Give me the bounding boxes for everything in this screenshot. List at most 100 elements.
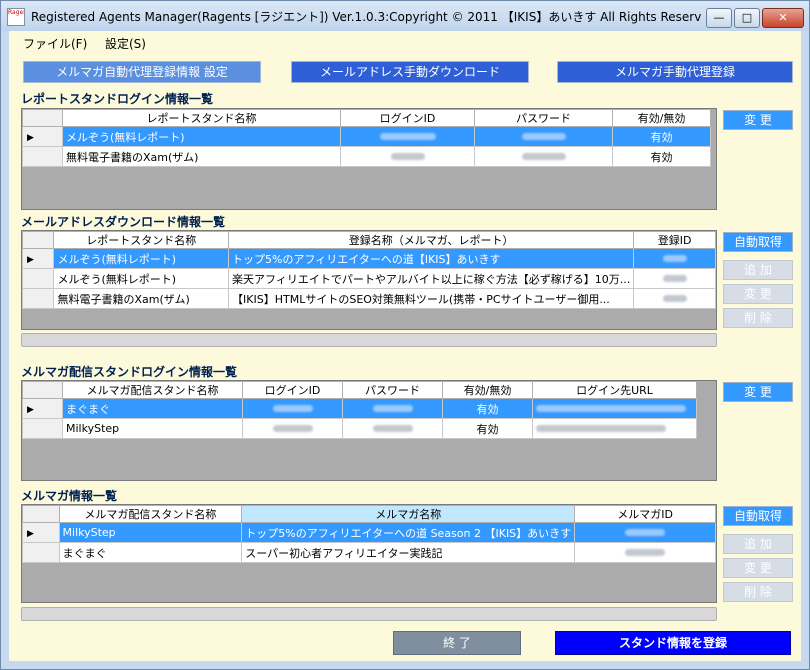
magazine-info-delete-button[interactable]: 削 除 bbox=[723, 582, 793, 602]
cell-stand-name[interactable]: メルぞう(無料レポート) bbox=[62, 126, 341, 147]
cell-login-id-redacted[interactable] bbox=[242, 418, 343, 439]
cell-stand-name[interactable]: MilkyStep bbox=[62, 418, 243, 439]
magazine-info-update-button[interactable]: 変 更 bbox=[723, 558, 793, 578]
cell-login-id-redacted[interactable] bbox=[340, 146, 475, 167]
cell-magazine-name[interactable]: スーパー初心者アフィリエイター実践記 bbox=[241, 542, 576, 563]
column-header[interactable]: 有効/無効 bbox=[442, 381, 533, 399]
title-bar[interactable]: Ragents Registered Agents Manager(Ragent… bbox=[1, 1, 809, 31]
row-selector[interactable] bbox=[22, 288, 55, 309]
magazine-info-grid[interactable]: メルマガ配信スタンド名称 メルマガ名称 メルマガID ▶ MilkyStep ト… bbox=[21, 504, 717, 603]
minimize-button[interactable]: — bbox=[706, 8, 732, 28]
row-selector[interactable] bbox=[22, 542, 60, 563]
email-download-auto-fetch-button[interactable]: 自動取得 bbox=[723, 232, 793, 252]
cell-login-id-redacted[interactable] bbox=[242, 398, 343, 419]
section-title-report-login: レポートスタンドログイン情報一覧 bbox=[21, 92, 214, 106]
current-row-arrow-icon: ▶ bbox=[27, 529, 34, 539]
cell-status[interactable]: 有効 bbox=[612, 146, 711, 167]
column-header[interactable]: レポートスタンド名称 bbox=[53, 231, 230, 249]
column-header[interactable]: メルマガ配信スタンド名称 bbox=[58, 505, 243, 523]
cell-password-redacted[interactable] bbox=[342, 398, 443, 419]
column-header[interactable]: 登録ID bbox=[633, 231, 716, 249]
email-download-grid[interactable]: レポートスタンド名称 登録名称（メルマガ、レポート） 登録ID ▶ メルぞう(無… bbox=[21, 230, 717, 330]
magazine-info-auto-fetch-button[interactable]: 自動取得 bbox=[723, 506, 793, 526]
cell-registration-id-redacted[interactable] bbox=[633, 248, 716, 269]
cell-stand-name[interactable]: 無料電子書籍のXam(ザム) bbox=[62, 146, 341, 167]
row-selector[interactable]: ▶ bbox=[22, 126, 63, 147]
cell-magazine-id-redacted[interactable] bbox=[574, 542, 716, 563]
row-selector[interactable] bbox=[22, 146, 63, 167]
cell-registration-name[interactable]: 楽天アフィリエイトでパートやアルバイト以上に稼ぐ方法【必ず稼げる】10万... bbox=[228, 268, 635, 289]
cell-login-url-redacted[interactable] bbox=[532, 398, 697, 419]
row-selector[interactable] bbox=[22, 268, 55, 289]
cell-magazine-id-redacted[interactable] bbox=[574, 522, 716, 543]
magazine-stand-login-grid[interactable]: メルマガ配信スタンド名称 ログインID パスワード 有効/無効 ログイン先URL… bbox=[21, 380, 717, 481]
email-download-hscrollbar[interactable] bbox=[21, 333, 717, 347]
row-selector[interactable]: ▶ bbox=[22, 248, 55, 269]
cell-registration-name[interactable]: トップ5%のアフィリエイターへの道【IKIS】あいきす bbox=[228, 248, 635, 269]
auto-register-settings-button[interactable]: メルマガ自動代理登録情報 設定 bbox=[23, 61, 261, 83]
cell-stand-name[interactable]: 無料電子書籍のXam(ザム) bbox=[53, 288, 230, 309]
app-window: Ragents Registered Agents Manager(Ragent… bbox=[0, 0, 810, 670]
window-title: Registered Agents Manager(Ragents [ラジエント… bbox=[31, 10, 701, 24]
column-header[interactable]: パスワード bbox=[342, 381, 443, 399]
column-header[interactable]: パスワード bbox=[474, 109, 613, 127]
exit-button[interactable]: 終 了 bbox=[393, 631, 521, 655]
cell-stand-name[interactable]: まぐまぐ bbox=[58, 542, 243, 563]
menu-file[interactable]: ファイル(F) bbox=[23, 35, 87, 52]
cell-password-redacted[interactable] bbox=[474, 126, 613, 147]
row-selector[interactable]: ▶ bbox=[22, 398, 63, 419]
cell-registration-id-redacted[interactable] bbox=[633, 268, 716, 289]
cell-registration-id-redacted[interactable] bbox=[633, 288, 716, 309]
cell-password-redacted[interactable] bbox=[474, 146, 613, 167]
table-row[interactable]: メルぞう(無料レポート) 楽天アフィリエイトでパートやアルバイト以上に稼ぐ方法【… bbox=[22, 268, 716, 289]
maximize-button[interactable]: □ bbox=[734, 8, 760, 28]
cell-stand-name[interactable]: メルぞう(無料レポート) bbox=[53, 268, 230, 289]
manual-magazine-register-button[interactable]: メルマガ手動代理登録 bbox=[557, 61, 793, 83]
column-header[interactable]: メルマガID bbox=[574, 505, 716, 523]
column-header[interactable]: 登録名称（メルマガ、レポート） bbox=[228, 231, 635, 249]
magazine-info-add-button[interactable]: 追 加 bbox=[723, 534, 793, 554]
table-row[interactable]: ▶ MilkyStep トップ5%のアフィリエイターへの道 Season 2 【… bbox=[22, 522, 716, 543]
manual-email-download-button[interactable]: メールアドレス手動ダウンロード bbox=[291, 61, 529, 83]
email-download-delete-button[interactable]: 削 除 bbox=[723, 308, 793, 328]
register-stand-info-button[interactable]: スタンド情報を登録 bbox=[555, 631, 791, 655]
cell-stand-name[interactable]: メルぞう(無料レポート) bbox=[53, 248, 230, 269]
table-row[interactable]: 無料電子書籍のXam(ザム) 【IKIS】HTMLサイトのSEO対策無料ツール(… bbox=[22, 288, 716, 309]
row-header-corner bbox=[22, 381, 63, 399]
table-row[interactable]: MilkyStep 有効 bbox=[22, 418, 697, 439]
column-header[interactable]: ログインID bbox=[340, 109, 475, 127]
cell-registration-name[interactable]: 【IKIS】HTMLサイトのSEO対策無料ツール(携帯・PCサイトユーザー御用.… bbox=[228, 288, 635, 309]
column-header[interactable]: ログインID bbox=[242, 381, 343, 399]
row-selector[interactable]: ▶ bbox=[22, 522, 60, 543]
cell-status[interactable]: 有効 bbox=[612, 126, 711, 147]
report-login-update-button[interactable]: 変 更 bbox=[723, 110, 793, 130]
email-download-update-button[interactable]: 変 更 bbox=[723, 284, 793, 304]
cell-stand-name[interactable]: MilkyStep bbox=[58, 522, 243, 543]
client-area: ファイル(F) 設定(S) メルマガ自動代理登録情報 設定 メールアドレス手動ダ… bbox=[9, 31, 801, 661]
table-row[interactable]: 無料電子書籍のXam(ザム) 有効 bbox=[22, 146, 711, 167]
cell-login-id-redacted[interactable] bbox=[340, 126, 475, 147]
cell-login-url-redacted[interactable] bbox=[532, 418, 697, 439]
menu-settings[interactable]: 設定(S) bbox=[105, 35, 146, 52]
email-download-add-button[interactable]: 追 加 bbox=[723, 260, 793, 280]
column-header[interactable]: 有効/無効 bbox=[612, 109, 711, 127]
column-header-sorted[interactable]: メルマガ名称 bbox=[241, 505, 576, 523]
cell-magazine-name[interactable]: トップ5%のアフィリエイターへの道 Season 2 【IKIS】あいきす bbox=[241, 522, 576, 543]
table-row[interactable]: ▶ まぐまぐ 有効 bbox=[22, 398, 697, 419]
column-header[interactable]: レポートスタンド名称 bbox=[62, 109, 341, 127]
table-row[interactable]: まぐまぐ スーパー初心者アフィリエイター実践記 bbox=[22, 542, 716, 563]
table-row[interactable]: ▶ メルぞう(無料レポート) 有効 bbox=[22, 126, 711, 147]
column-header[interactable]: ログイン先URL bbox=[532, 381, 697, 399]
cell-password-redacted[interactable] bbox=[342, 418, 443, 439]
report-login-grid[interactable]: レポートスタンド名称 ログインID パスワード 有効/無効 ▶ メルぞう(無料レ… bbox=[21, 108, 717, 210]
column-header[interactable]: メルマガ配信スタンド名称 bbox=[62, 381, 243, 399]
app-icon: Ragents bbox=[7, 8, 25, 26]
magazine-info-hscrollbar[interactable] bbox=[21, 607, 717, 621]
row-selector[interactable] bbox=[22, 418, 63, 439]
cell-status[interactable]: 有効 bbox=[442, 398, 533, 419]
cell-stand-name[interactable]: まぐまぐ bbox=[62, 398, 243, 419]
magazine-stand-update-button[interactable]: 変 更 bbox=[723, 382, 793, 402]
close-button[interactable]: ✕ bbox=[762, 8, 804, 28]
table-row[interactable]: ▶ メルぞう(無料レポート) トップ5%のアフィリエイターへの道【IKIS】あい… bbox=[22, 248, 716, 269]
cell-status[interactable]: 有効 bbox=[442, 418, 533, 439]
